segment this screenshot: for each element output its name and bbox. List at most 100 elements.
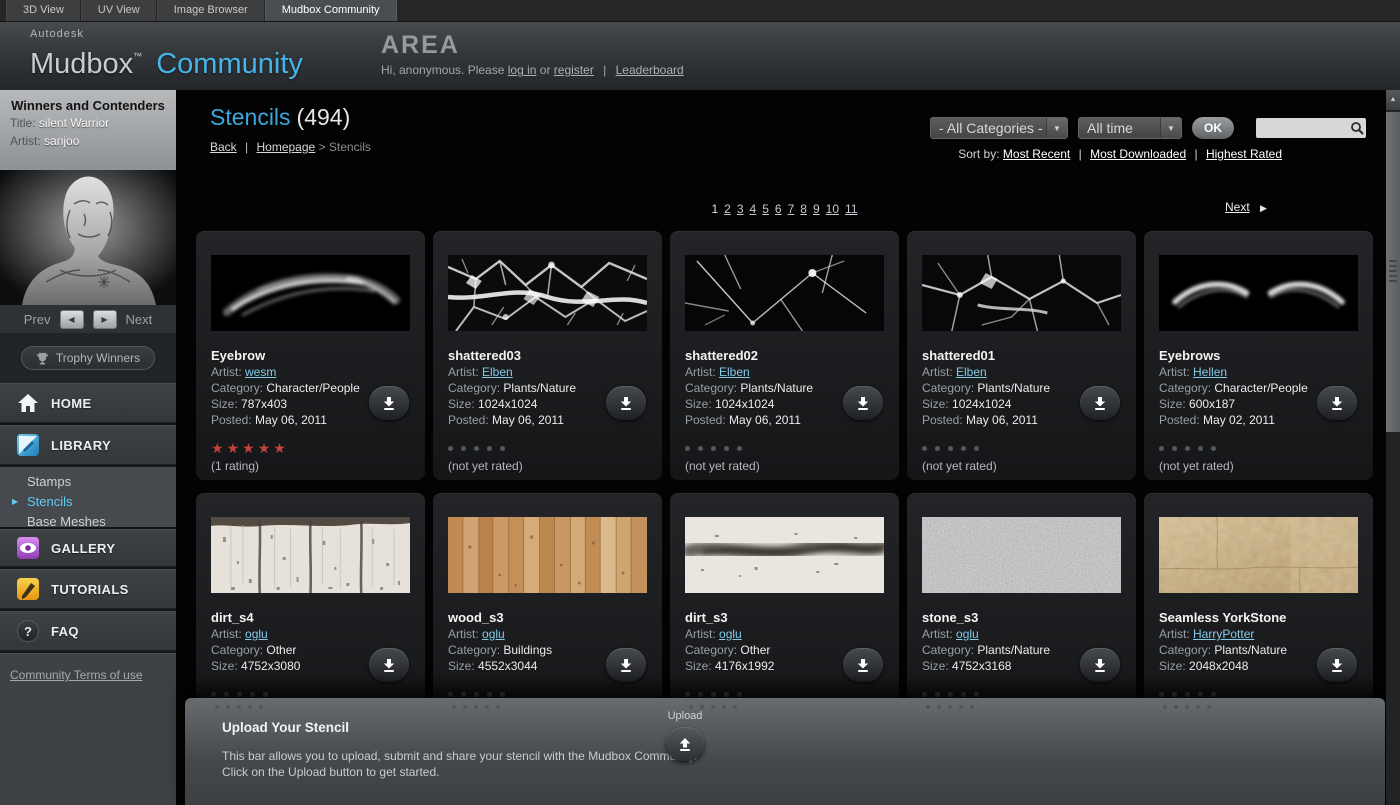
tab-image-browser[interactable]: Image Browser (157, 0, 265, 21)
search-icon[interactable] (1349, 120, 1367, 136)
sidebar-item-gallery[interactable]: GALLERY (0, 529, 176, 567)
page-link[interactable]: 4 (750, 202, 757, 216)
stencil-thumbnail[interactable] (448, 255, 647, 331)
download-button[interactable] (843, 648, 883, 682)
rating-stars[interactable] (1159, 440, 1359, 456)
artist-link[interactable]: oglu (482, 627, 505, 641)
upload-button[interactable] (666, 727, 704, 761)
tab-uv-view[interactable]: UV View (81, 0, 157, 21)
rating-stars[interactable]: ★★★★★ (211, 440, 411, 456)
time-dropdown[interactable]: All time ▼ (1078, 117, 1182, 139)
page-link[interactable]: 9 (813, 202, 820, 216)
page-link[interactable]: 11 (845, 202, 857, 216)
field-label: Size: (685, 397, 712, 411)
chevron-down-icon[interactable]: ▼ (1046, 118, 1067, 138)
download-button[interactable] (1317, 648, 1357, 682)
page-link[interactable]: 2 (724, 202, 731, 216)
field-label: Artist: (922, 627, 953, 641)
tab-3d-view[interactable]: 3D View (6, 0, 81, 21)
download-button[interactable] (369, 386, 409, 420)
page-link[interactable]: 7 (788, 202, 795, 216)
homepage-link[interactable]: Homepage (257, 140, 316, 154)
search-input[interactable] (1256, 119, 1349, 137)
winner-artwork-image[interactable] (0, 170, 176, 305)
download-button[interactable] (1080, 648, 1120, 682)
tab-mudbox-community[interactable]: Mudbox Community (265, 0, 397, 21)
chevron-down-icon[interactable]: ▼ (1160, 118, 1181, 138)
winners-heading: Winners and Contenders (10, 98, 166, 113)
rating-stars[interactable] (685, 440, 885, 456)
artist-link[interactable]: oglu (245, 627, 268, 641)
download-button[interactable] (843, 386, 883, 420)
rating-stars[interactable] (448, 440, 648, 456)
artist-link[interactable]: wesm (245, 365, 276, 379)
sort-most-recent[interactable]: Most Recent (1003, 147, 1070, 161)
field-label: Artist: (1159, 365, 1190, 379)
community-terms-link[interactable]: Community Terms of use (10, 668, 143, 682)
vertical-scrollbar[interactable]: ▲ (1386, 90, 1400, 805)
stencil-thumbnail[interactable] (1159, 517, 1358, 593)
artist-link[interactable]: Elben (482, 365, 513, 379)
log-in-link[interactable]: log in (508, 63, 537, 77)
terms-zone: Community Terms of use (0, 653, 176, 805)
sidebar-item-stencils[interactable]: ▶ Stencils (0, 492, 176, 512)
page-link[interactable]: 8 (800, 202, 807, 216)
scroll-up-button[interactable]: ▲ (1386, 90, 1400, 111)
stencil-thumbnail[interactable] (1159, 255, 1358, 331)
stencil-title: dirt_s3 (685, 610, 885, 626)
page-link[interactable]: 10 (826, 202, 839, 216)
artist-link[interactable]: oglu (956, 627, 979, 641)
category-dropdown[interactable]: - All Categories - ▼ (930, 117, 1068, 139)
register-link[interactable]: register (554, 63, 594, 77)
stencil-thumbnail[interactable] (448, 517, 647, 593)
stencil-thumbnail[interactable] (685, 255, 884, 331)
stencil-card: Eyebrow Artist: wesm Category: Character… (196, 231, 425, 480)
page-link[interactable]: 1 (711, 202, 718, 216)
prev-button[interactable]: ◀ (60, 310, 84, 329)
sidebar-item-library[interactable]: LIBRARY (0, 425, 176, 465)
stencil-thumbnail[interactable] (922, 517, 1121, 593)
artist-link[interactable]: Hellen (1193, 365, 1227, 379)
download-button[interactable] (1317, 386, 1357, 420)
artist-link[interactable]: Elben (719, 365, 750, 379)
trophy-winners-button[interactable]: Trophy Winners (21, 346, 155, 370)
sort-most-downloaded[interactable]: Most Downloaded (1090, 147, 1186, 161)
artist-line: Artist: oglu (685, 626, 885, 642)
artist-line: Artist: Hellen (1159, 364, 1359, 380)
page-link[interactable]: 5 (762, 202, 769, 216)
page-link[interactable]: 3 (737, 202, 744, 216)
ok-button[interactable]: OK (1192, 117, 1234, 139)
download-button[interactable] (1080, 386, 1120, 420)
upload-description: This bar allows you to upload, submit an… (222, 748, 697, 780)
scrollbar-track[interactable] (1386, 432, 1400, 805)
scrollbar-thumb[interactable] (1386, 112, 1400, 432)
download-button[interactable] (606, 386, 646, 420)
page-link[interactable]: 6 (775, 202, 782, 216)
sidebar-item-stamps[interactable]: Stamps (0, 472, 176, 492)
artist-link[interactable]: oglu (719, 627, 742, 641)
stencil-thumbnail[interactable] (211, 255, 410, 331)
next-button[interactable]: ▶ (93, 310, 117, 329)
field-label: Category: (448, 643, 500, 657)
artist-link[interactable]: Elben (956, 365, 987, 379)
field-label: Size: (211, 397, 238, 411)
sidebar-item-home[interactable]: HOME (0, 383, 176, 423)
library-icon (16, 433, 40, 457)
stencil-thumbnail[interactable] (685, 517, 884, 593)
back-link[interactable]: Back (210, 140, 237, 154)
sort-highest-rated[interactable]: Highest Rated (1206, 147, 1282, 161)
next-page-link[interactable]: Next (1225, 200, 1250, 214)
download-button[interactable] (606, 648, 646, 682)
rating-stars[interactable] (922, 440, 1122, 456)
download-button[interactable] (369, 648, 409, 682)
stencil-thumbnail[interactable] (922, 255, 1121, 331)
stencil-thumbnail[interactable] (211, 517, 410, 593)
artist-line: Artist: oglu (448, 626, 648, 642)
artist-link[interactable]: HarryPotter (1193, 627, 1254, 641)
rating-count: (not yet rated) (1159, 459, 1359, 473)
rating-dots-ghost (452, 705, 500, 711)
upload-title: Upload Your Stencil (222, 720, 349, 735)
sidebar-item-faq[interactable]: ? FAQ (0, 611, 176, 651)
sidebar-item-tutorials[interactable]: TUTORIALS (0, 569, 176, 609)
leaderboard-link[interactable]: Leaderboard (616, 63, 684, 77)
